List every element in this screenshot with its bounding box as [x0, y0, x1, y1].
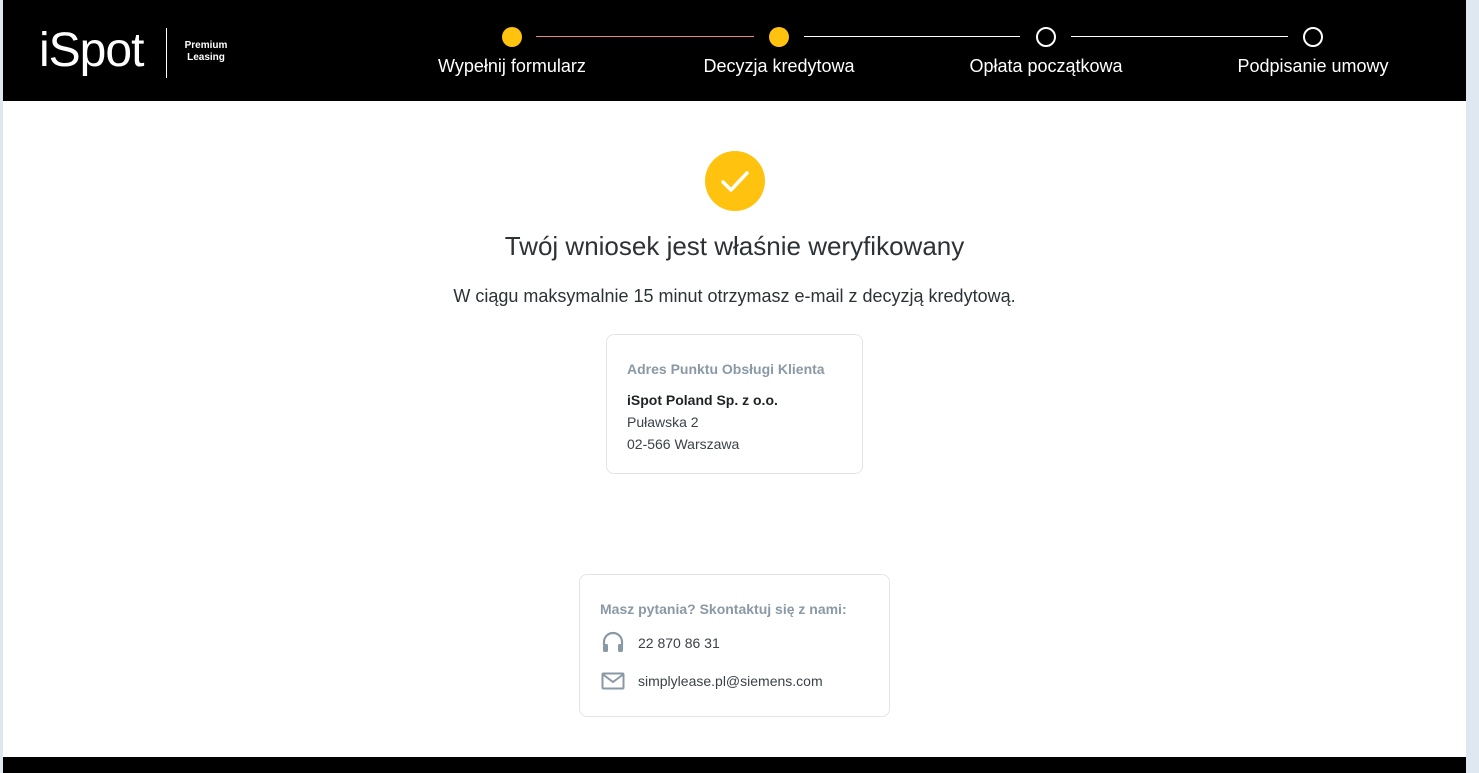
- checkmark-icon: [705, 151, 765, 211]
- address-card-heading: Adres Punktu Obsługi Klienta: [627, 361, 825, 377]
- page-subtitle: W ciągu maksymalnie 15 minut otrzymasz e…: [453, 286, 1016, 306]
- step-dot-fill-form: [502, 27, 522, 47]
- contact-card-heading: Masz pytania? Skontaktuj się z nami:: [600, 601, 847, 617]
- ispot-logo[interactable]: iSpot: [39, 24, 144, 78]
- logo-divider: [166, 28, 167, 78]
- contact-phone-row[interactable]: 22 870 86 31: [600, 629, 869, 657]
- step-label-fill-form: Wypełnij formularz: [438, 56, 586, 76]
- company-name: iSpot Poland Sp. z o.o.: [627, 392, 778, 408]
- address-street: Puławska 2: [627, 414, 699, 430]
- step-dot-credit-decision: [769, 27, 789, 47]
- contact-card: Masz pytania? Skontaktuj się z nami: 22 …: [579, 574, 890, 717]
- contact-email-row[interactable]: simplylease.pl@siemens.com: [600, 667, 869, 695]
- contact-phone[interactable]: 22 870 86 31: [638, 633, 720, 653]
- page-title: Twój wniosek jest właśnie weryfikowany: [504, 231, 965, 261]
- progress-line-2: [804, 36, 1020, 37]
- header: iSpot Premium Leasing Wypełnij formularz…: [3, 0, 1466, 101]
- step-label-sign-contract: Podpisanie umowy: [1237, 56, 1389, 76]
- logo-subtitle: Premium Leasing: [178, 40, 234, 64]
- contact-email[interactable]: simplylease.pl@siemens.com: [638, 671, 823, 691]
- headset-icon: [600, 630, 626, 656]
- address-city: 02-566 Warszawa: [627, 436, 740, 452]
- mail-icon: [600, 668, 626, 694]
- progress-line-3: [1071, 36, 1288, 37]
- footer-bar: [3, 757, 1466, 773]
- step-label-initial-payment: Opłata początkowa: [969, 56, 1123, 76]
- step-label-credit-decision: Decyzja kredytowa: [703, 56, 855, 76]
- logo-sub-leasing: Leasing: [187, 52, 225, 63]
- progress-line-1: [536, 36, 754, 37]
- step-dot-initial-payment: [1036, 27, 1056, 47]
- step-dot-sign-contract: [1303, 27, 1323, 47]
- address-card: Adres Punktu Obsługi Klienta iSpot Polan…: [606, 334, 863, 474]
- page-frame: iSpot Premium Leasing Wypełnij formularz…: [3, 0, 1466, 773]
- logo-sub-premium: Premium: [184, 40, 228, 51]
